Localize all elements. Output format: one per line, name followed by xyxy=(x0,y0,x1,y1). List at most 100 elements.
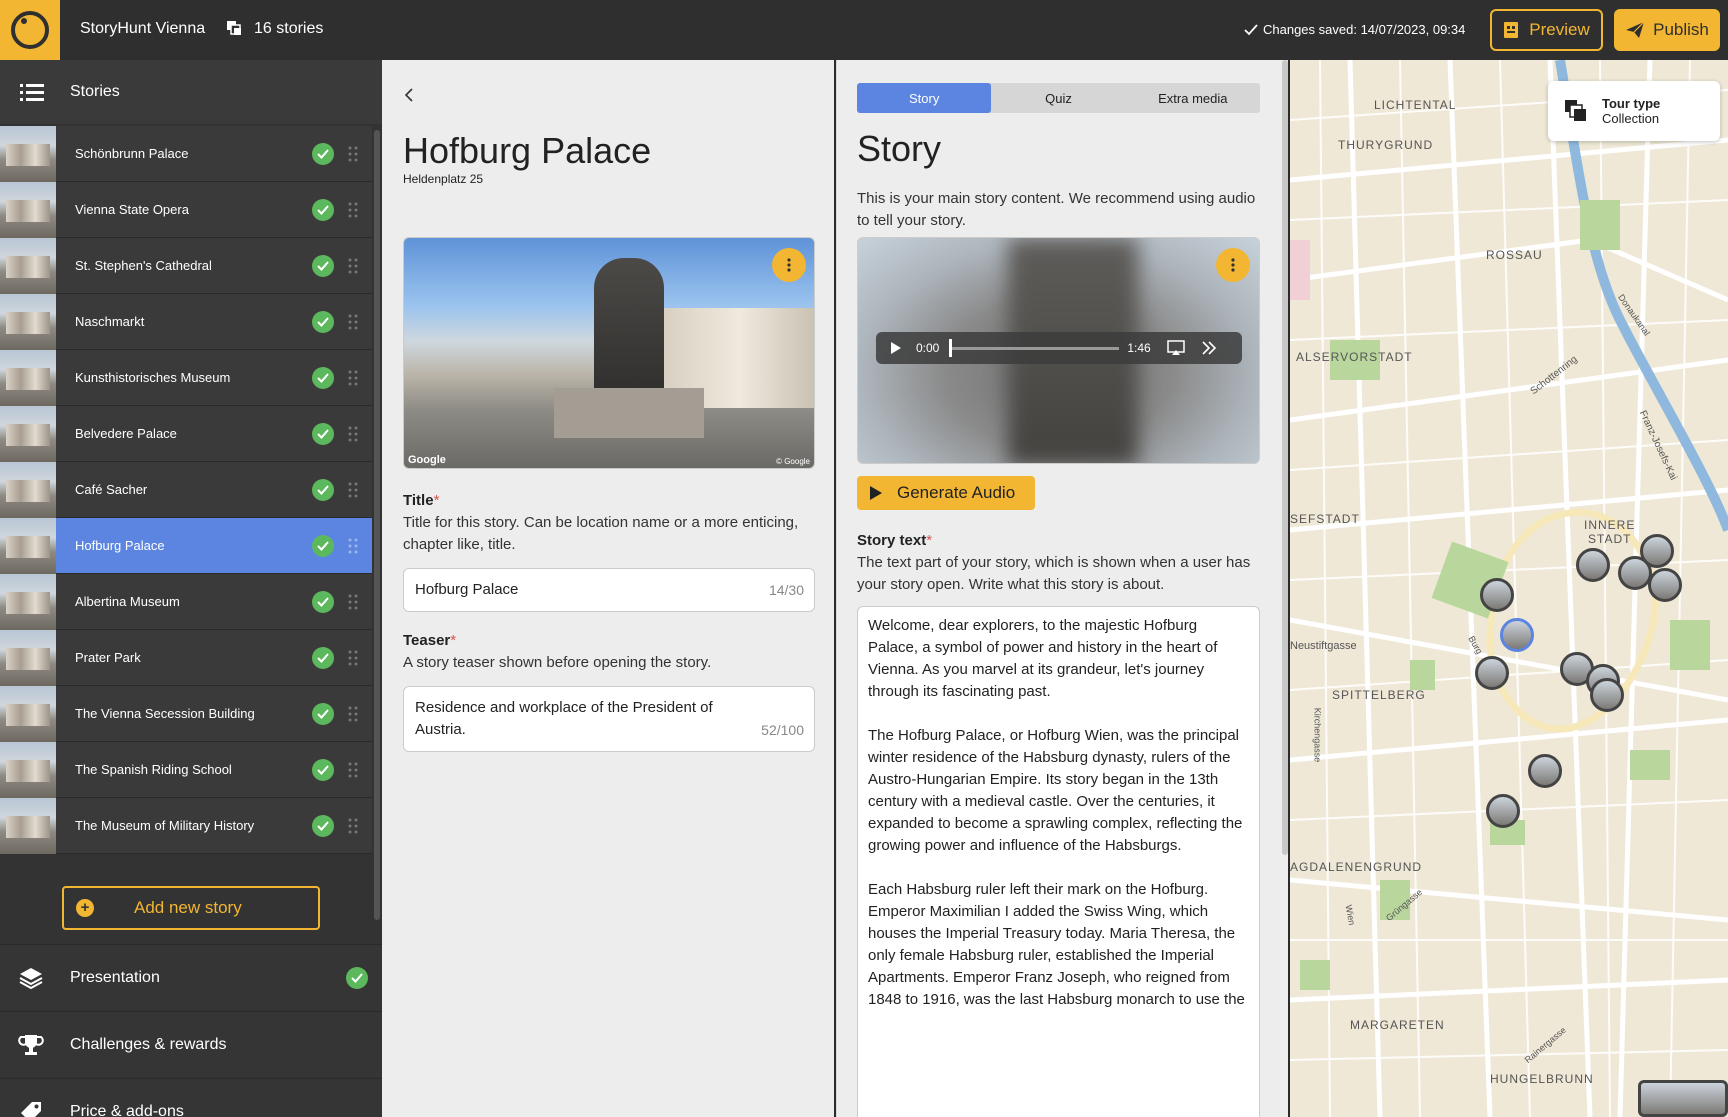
story-list-item[interactable]: Prater Park xyxy=(0,629,372,686)
map-label: STADT xyxy=(1588,532,1632,546)
story-thumbnail xyxy=(0,349,56,406)
sidebar-section-presentation[interactable]: Presentation xyxy=(0,944,382,1010)
panel-scrollbar[interactable] xyxy=(1282,60,1288,855)
map-pin-active[interactable] xyxy=(1500,618,1534,652)
sidebar-section-price[interactable]: Price & add-ons xyxy=(0,1078,382,1117)
story-address: Heldenplatz 25 xyxy=(403,172,484,186)
story-list-item[interactable]: The Spanish Riding School xyxy=(0,741,372,798)
map-pin[interactable] xyxy=(1475,656,1509,690)
story-list-item[interactable]: The Museum of Military History xyxy=(0,797,372,854)
story-name: Naschmarkt xyxy=(75,314,145,329)
stack-icon xyxy=(1565,100,1586,121)
progress-slider[interactable] xyxy=(949,338,1120,357)
story-list-item[interactable]: Café Sacher xyxy=(0,461,372,518)
map-label: LICHTENTAL xyxy=(1374,98,1457,112)
stories-count-label: 16 stories xyxy=(254,20,324,37)
sidebar-section-challenges[interactable]: Challenges & rewards xyxy=(0,1011,382,1077)
drag-handle-icon[interactable] xyxy=(348,818,358,834)
app-title: StoryHunt Vienna xyxy=(80,20,206,37)
map-label: ROSSAU xyxy=(1486,248,1543,262)
map-pin[interactable] xyxy=(1576,548,1610,582)
map-pin[interactable] xyxy=(1640,534,1674,568)
generate-audio-button[interactable]: Generate Audio xyxy=(857,476,1035,510)
story-list: Schönbrunn Palace Vienna State Opera St. S… xyxy=(0,125,372,854)
tab-story[interactable]: Story xyxy=(857,83,992,113)
story-photo[interactable]: Google © Google xyxy=(403,237,815,469)
save-status: Changes saved: 14/07/2023, 09:34 xyxy=(1244,22,1465,37)
layers-icon xyxy=(19,967,43,989)
teaser-input[interactable]: Residence and workplace of the President… xyxy=(403,686,815,752)
story-name: The Vienna Secession Building xyxy=(75,706,255,721)
story-list-scrollbar[interactable] xyxy=(374,130,380,920)
publish-label: Publish xyxy=(1653,20,1709,39)
drag-handle-icon[interactable] xyxy=(348,146,358,162)
drag-handle-icon[interactable] xyxy=(348,258,358,274)
drag-handle-icon[interactable] xyxy=(348,650,358,666)
airplay-icon[interactable] xyxy=(1166,340,1185,356)
app-logo[interactable] xyxy=(0,0,60,60)
story-name: Café Sacher xyxy=(75,482,148,497)
story-thumbnail xyxy=(0,405,56,462)
sidebar-header[interactable]: Stories xyxy=(0,60,382,124)
story-list-item[interactable]: Albertina Museum xyxy=(0,573,372,630)
page-title: Hofburg Palace xyxy=(403,130,652,171)
story-thumbnail xyxy=(0,629,56,686)
story-list-item[interactable]: Naschmarkt xyxy=(0,293,372,350)
check-circle-icon xyxy=(312,646,334,669)
story-name: Hofburg Palace xyxy=(75,538,165,553)
play-icon[interactable] xyxy=(890,341,902,355)
map-pin[interactable] xyxy=(1486,794,1520,828)
map-pin[interactable] xyxy=(1480,578,1514,612)
stack-icon xyxy=(227,21,241,35)
drag-handle-icon[interactable] xyxy=(348,762,358,778)
drag-handle-icon[interactable] xyxy=(348,594,358,610)
map-label: SEFSTADT xyxy=(1290,512,1360,526)
skip-forward-icon[interactable] xyxy=(1201,341,1217,355)
story-name: Belvedere Palace xyxy=(75,426,177,441)
map-thumbnail[interactable] xyxy=(1638,1080,1728,1117)
tab-extra-media[interactable]: Extra media xyxy=(1126,83,1260,113)
tab-quiz[interactable]: Quiz xyxy=(991,83,1125,113)
story-list-item[interactable]: St. Stephen's Cathedral xyxy=(0,237,372,294)
tour-type-card[interactable]: Tour type Collection xyxy=(1548,81,1720,141)
chevron-left-icon[interactable] xyxy=(404,88,414,102)
drag-handle-icon[interactable] xyxy=(348,426,358,442)
checkmark-icon xyxy=(1244,23,1258,35)
story-list-item[interactable]: Schönbrunn Palace xyxy=(0,125,372,182)
more-options-icon[interactable] xyxy=(772,248,806,282)
story-list-item[interactable]: The Vienna Secession Building xyxy=(0,685,372,742)
story-name: Schönbrunn Palace xyxy=(75,146,189,161)
drag-handle-icon[interactable] xyxy=(348,706,358,722)
drag-handle-icon[interactable] xyxy=(348,538,358,554)
story-thumbnail xyxy=(0,573,56,630)
map-pin[interactable] xyxy=(1528,754,1562,788)
more-options-icon[interactable] xyxy=(1216,248,1250,282)
photo-credit: Google xyxy=(408,454,446,466)
story-list-item[interactable]: Kunsthistorisches Museum xyxy=(0,349,372,406)
check-circle-icon xyxy=(312,590,334,613)
check-circle-icon xyxy=(312,366,334,389)
stories-count[interactable]: 16 stories xyxy=(226,20,323,38)
teaser-field-help: A story teaser shown before opening the … xyxy=(403,654,712,671)
story-list-item[interactable]: Belvedere Palace xyxy=(0,405,372,462)
drag-handle-icon[interactable] xyxy=(348,314,358,330)
add-story-button[interactable]: + Add new story xyxy=(62,886,320,930)
preview-button[interactable]: Preview xyxy=(1490,9,1603,51)
drag-handle-icon[interactable] xyxy=(348,482,358,498)
current-time: 0:00 xyxy=(916,341,940,355)
drag-handle-icon[interactable] xyxy=(348,202,358,218)
story-list-item[interactable]: Vienna State Opera xyxy=(0,181,372,238)
story-list-item[interactable]: Hofburg Palace xyxy=(0,517,372,574)
map-pin[interactable] xyxy=(1590,678,1624,712)
map-view[interactable]: LICHTENTAL THURYGRUND ROSSAU ALSERVORSTA… xyxy=(1290,60,1728,1117)
story-name: St. Stephen's Cathedral xyxy=(75,258,212,273)
story-name: The Spanish Riding School xyxy=(75,762,232,777)
title-input[interactable]: Hofburg Palace 14/30 xyxy=(403,568,815,612)
story-text-area[interactable]: Welcome, dear explorers, to the majestic… xyxy=(857,606,1260,1117)
list-icon xyxy=(20,84,44,101)
map-label: AGDALENENGRUND xyxy=(1290,860,1423,874)
publish-button[interactable]: Publish xyxy=(1614,9,1720,51)
map-pin[interactable] xyxy=(1648,568,1682,602)
drag-handle-icon[interactable] xyxy=(348,370,358,386)
map-label: SPITTELBERG xyxy=(1332,688,1426,702)
